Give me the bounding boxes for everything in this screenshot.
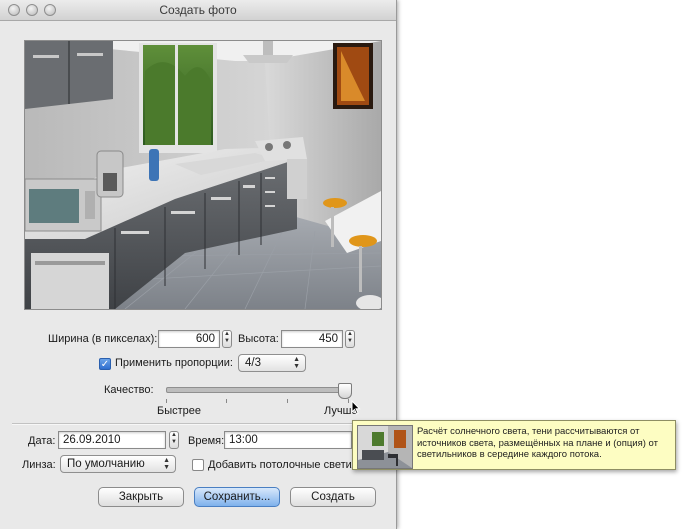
ceiling-lights-checkbox[interactable]	[192, 459, 204, 471]
ratio-value: 4/3	[245, 357, 261, 369]
keep-proportions-label: Применить пропорции:	[115, 357, 233, 369]
width-stepper-icon[interactable]: ▲ ▼	[222, 330, 232, 348]
time-label: Время:	[188, 435, 225, 447]
quality-slider-thumb[interactable]	[338, 383, 352, 399]
height-label: Высота:	[238, 333, 279, 345]
lens-popup[interactable]: По умолчанию ▲ ▼	[60, 455, 176, 473]
kitchen-render-image	[25, 41, 381, 309]
width-label: Ширина (в пикселах):	[48, 333, 158, 345]
height-stepper-icon[interactable]: ▲ ▼	[345, 330, 355, 348]
date-field[interactable]: 26.09.2010	[58, 431, 166, 449]
tooltip-thumbnail-image	[357, 425, 413, 469]
quality-fast-label: Быстрее	[157, 405, 202, 417]
window-title: Создать фото	[159, 3, 237, 17]
lens-label: Линза:	[22, 459, 56, 471]
title-bar[interactable]: Создать фото	[0, 0, 396, 21]
ceiling-lights-label: Добавить потолочные светил	[208, 459, 354, 471]
save-button[interactable]: Сохранить...	[194, 487, 280, 507]
tooltip-text: Расчёт солнечного света, тени рассчитыва…	[417, 426, 658, 460]
popup-arrows-icon: ▲ ▼	[293, 356, 300, 370]
create-photo-window: Создать фото Ширина (в пикселах): 600 ▲ …	[0, 0, 397, 529]
mouse-pointer-icon	[351, 400, 361, 415]
quality-label: Качество:	[104, 384, 154, 396]
keep-proportions-checkbox[interactable]: ✓	[99, 358, 111, 370]
create-button[interactable]: Создать	[290, 487, 376, 507]
ratio-popup[interactable]: 4/3 ▲ ▼	[238, 354, 306, 372]
quality-slider-track	[166, 387, 350, 393]
height-field[interactable]: 450	[281, 330, 343, 348]
quality-slider[interactable]	[166, 383, 352, 399]
date-label: Дата:	[28, 435, 56, 447]
divider	[12, 423, 384, 425]
popup-arrows-icon: ▲ ▼	[163, 457, 170, 471]
date-stepper-icon[interactable]: ▲ ▼	[169, 431, 179, 449]
photo-preview	[24, 40, 382, 310]
width-field[interactable]: 600	[158, 330, 220, 348]
close-button[interactable]: Закрыть	[98, 487, 184, 507]
quality-ticks	[166, 399, 352, 403]
time-field[interactable]: 13:00	[224, 431, 352, 449]
tooltip: Расчёт солнечного света, тени рассчитыва…	[352, 420, 676, 470]
lens-value: По умолчанию	[67, 458, 145, 470]
